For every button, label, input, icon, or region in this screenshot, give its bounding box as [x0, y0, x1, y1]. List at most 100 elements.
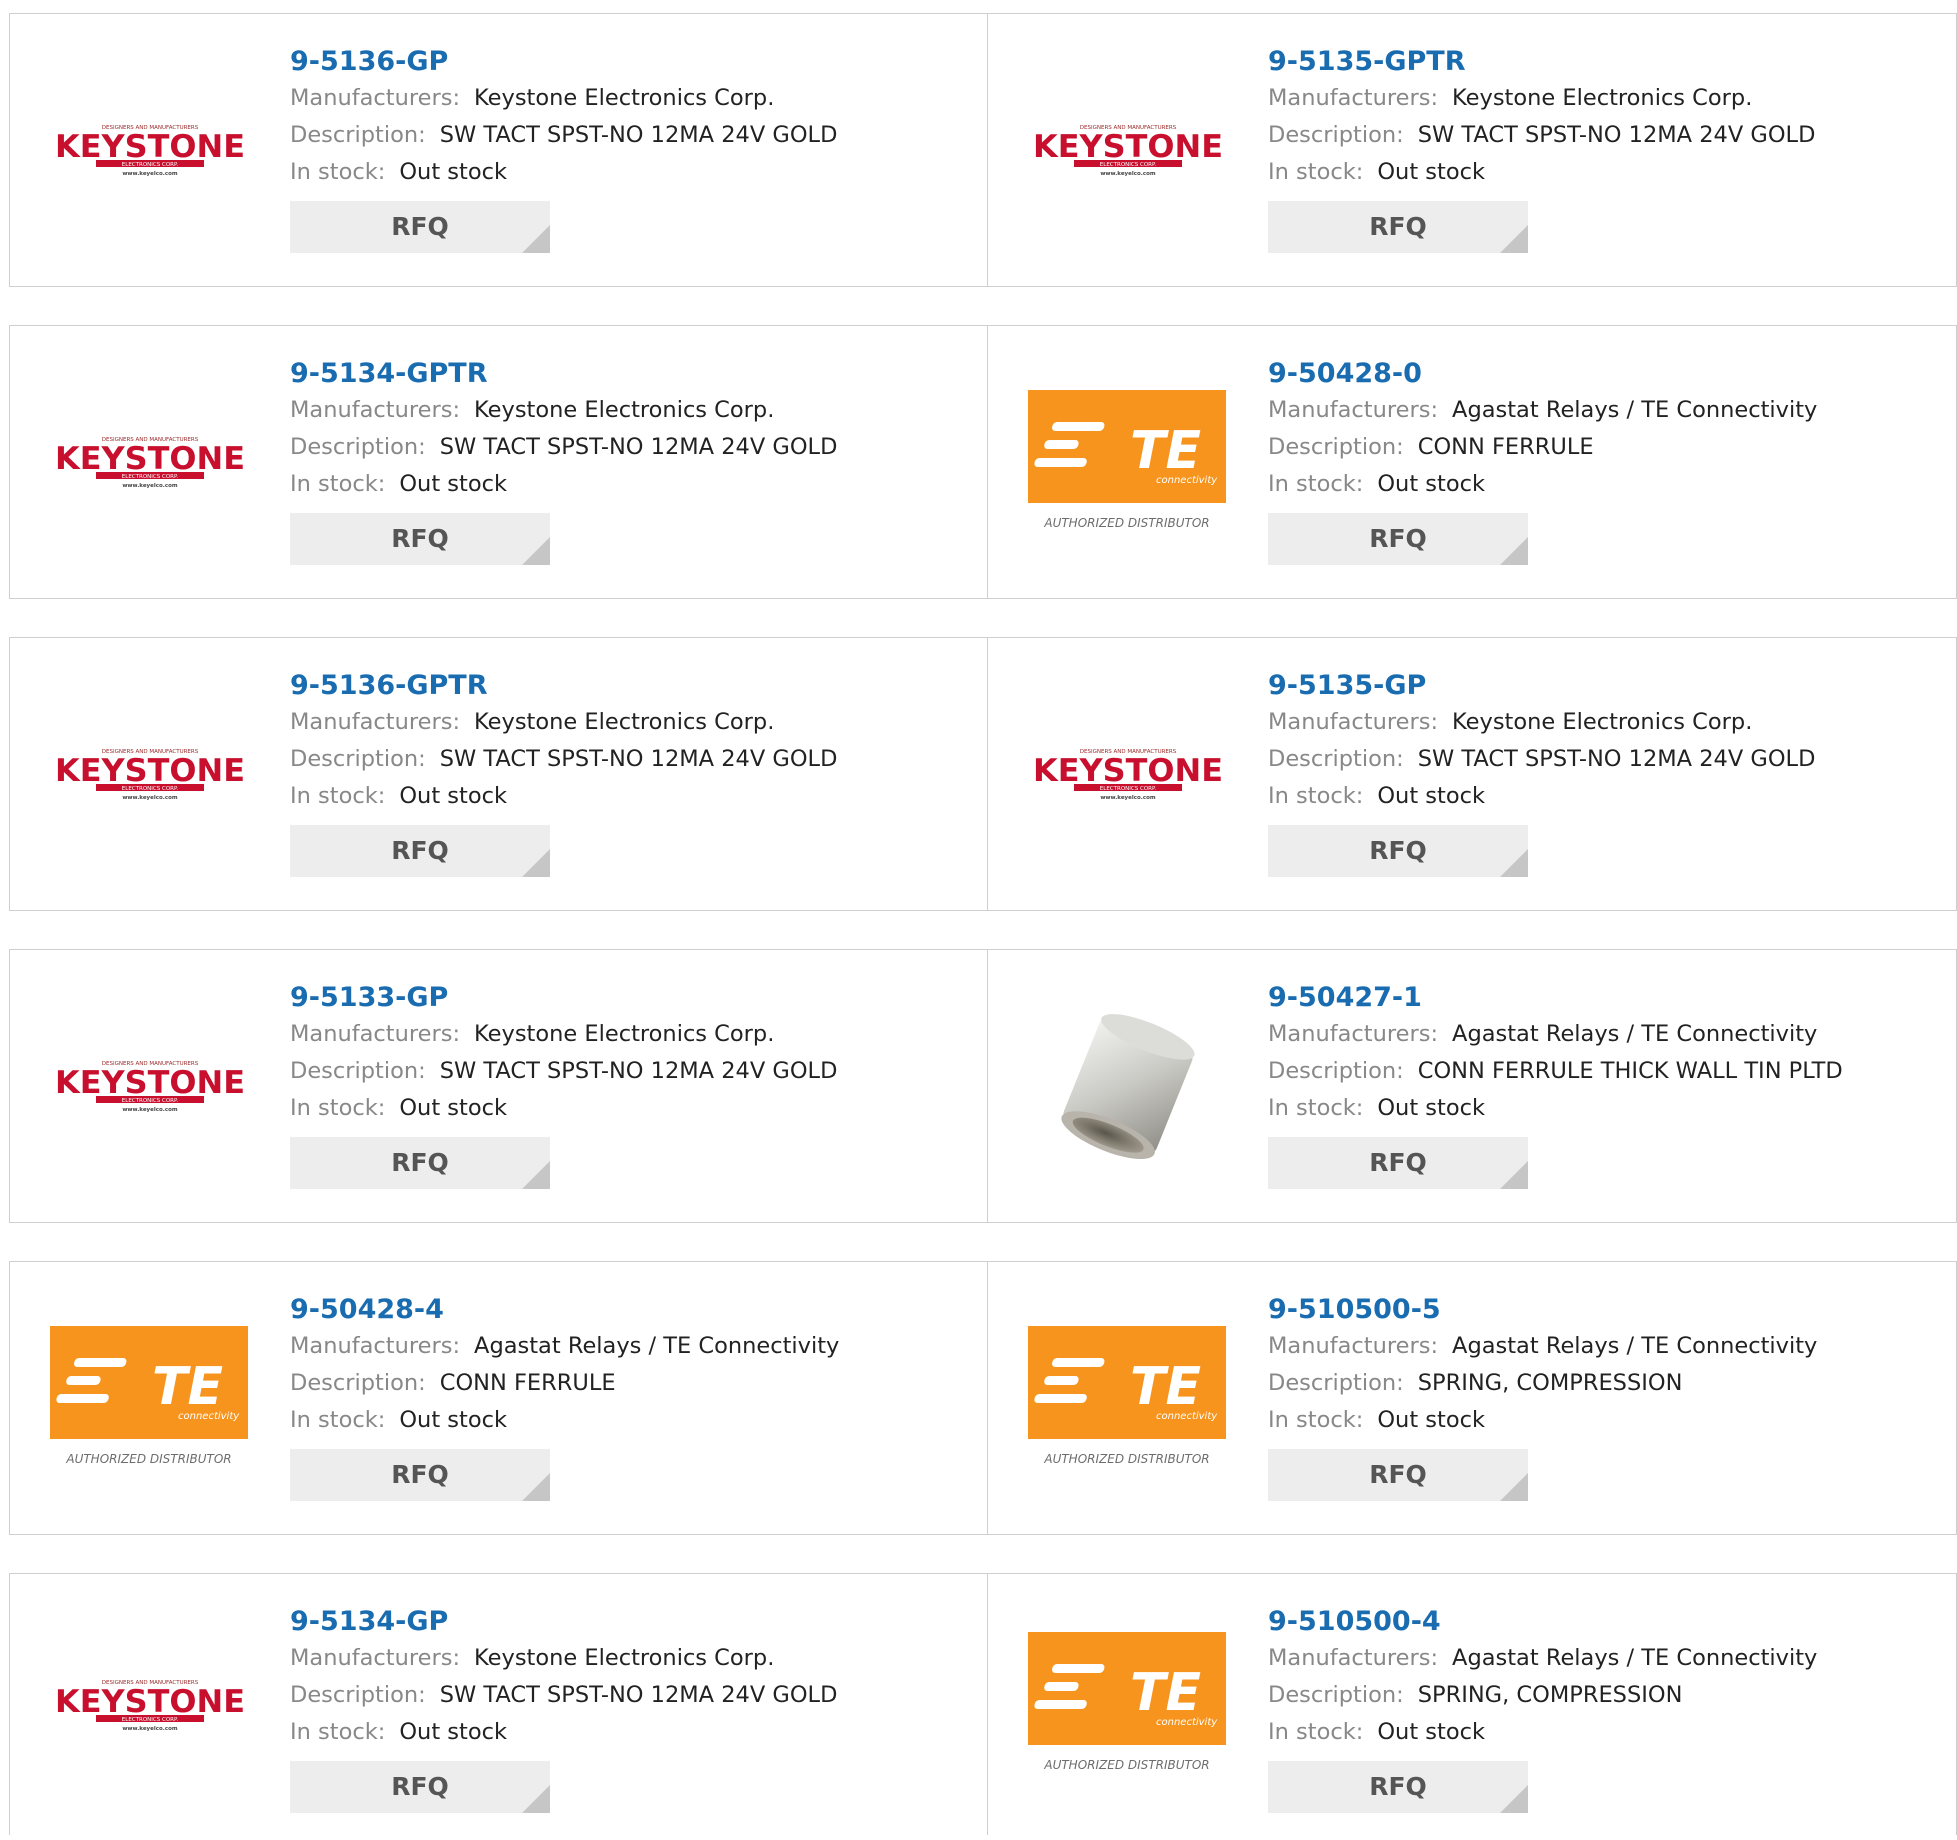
stock-value: Out stock [399, 471, 507, 497]
corner-triangle-icon [522, 1161, 550, 1189]
part-number-link[interactable]: 9-5134-GP [290, 1604, 837, 1640]
rfq-button[interactable]: RFQ [290, 1137, 550, 1189]
te-connectivity-logo: TE connectivity AUTHORIZED DISTRIBUTOR [1028, 1632, 1228, 1777]
description-value: CONN FERRULE [439, 1370, 616, 1396]
part-number-link[interactable]: 9-510500-4 [1268, 1604, 1817, 1640]
rfq-button[interactable]: RFQ [1268, 1761, 1528, 1813]
part-number-link[interactable]: 9-50427-1 [1268, 980, 1843, 1016]
rfq-label: RFQ [391, 524, 449, 553]
rfq-label: RFQ [391, 1148, 449, 1177]
product-info: 9-50427-1 Manufacturers: Agastat Relays / … [1268, 980, 1843, 1189]
description-line: Description: SW TACT SPST-NO 12MA 24V GOL… [1268, 117, 1815, 154]
corner-triangle-icon [1500, 225, 1528, 253]
part-number-link[interactable]: 9-5133-GP [290, 980, 837, 1016]
part-number-link[interactable]: 9-50428-4 [290, 1292, 839, 1328]
corner-triangle-icon [1500, 849, 1528, 877]
keystone-subtitle: ELECTRONICS CORP. [122, 162, 179, 168]
rfq-label: RFQ [1369, 524, 1427, 553]
product-logo: DESIGNERS AND MANUFACTURERS KEYSTONE ELE… [1028, 75, 1228, 225]
rfq-label: RFQ [1369, 1772, 1427, 1801]
product-card: TE connectivity AUTHORIZED DISTRIBUTOR 9… [10, 1262, 987, 1534]
keystone-wordmark: KEYSTONE [55, 129, 245, 165]
te-caption: AUTHORIZED DISTRIBUTOR [65, 1452, 231, 1466]
manufacturer-line: Manufacturers: Agastat Relays / TE Connec… [290, 1328, 839, 1365]
rfq-button[interactable]: RFQ [290, 201, 550, 253]
manufacturer-line: Manufacturers: Keystone Electronics Corp. [1268, 80, 1815, 117]
te-connectivity-logo: TE connectivity AUTHORIZED DISTRIBUTOR [1028, 389, 1228, 535]
keystone-subtitle: ELECTRONICS CORP. [122, 1098, 179, 1104]
product-info: 9-510500-5 Manufacturers: Agastat Relays /… [1268, 1292, 1817, 1501]
part-number-link[interactable]: 9-50428-0 [1268, 356, 1817, 392]
product-row: DESIGNERS AND MANUFACTURERS KEYSTONE ELE… [9, 325, 1957, 599]
stock-label: In stock: [1268, 1407, 1364, 1433]
keystone-url: www.keyelco.com [1100, 795, 1156, 801]
rfq-button[interactable]: RFQ [1268, 513, 1528, 565]
stock-line: In stock: Out stock [290, 778, 837, 815]
te-connectivity-logo: TE connectivity AUTHORIZED DISTRIBUTOR [1028, 1325, 1228, 1471]
keystone-wordmark: KEYSTONE [55, 1684, 245, 1720]
stock-line: In stock: Out stock [290, 466, 837, 503]
ferrule-product-photo [1028, 1011, 1228, 1161]
rfq-button[interactable]: RFQ [1268, 201, 1528, 253]
product-card: 9-50427-1 Manufacturers: Agastat Relays / … [987, 950, 1956, 1222]
part-number-link[interactable]: 9-510500-5 [1268, 1292, 1817, 1328]
keystone-url: www.keyelco.com [122, 1107, 178, 1113]
rfq-button[interactable]: RFQ [290, 1761, 550, 1813]
rfq-button[interactable]: RFQ [290, 825, 550, 877]
manufacturer-value: Agastat Relays / TE Connectivity [474, 1333, 840, 1359]
manufacturer-value: Keystone Electronics Corp. [474, 1645, 775, 1671]
product-info: 9-5136-GPTR Manufacturers: Keystone Electr… [290, 668, 837, 877]
description-label: Description: [1268, 1682, 1404, 1708]
stock-line: In stock: Out stock [290, 1090, 837, 1127]
part-number-link[interactable]: 9-5136-GPTR [290, 668, 837, 704]
stock-label: In stock: [1268, 1095, 1364, 1121]
corner-triangle-icon [522, 537, 550, 565]
te-subtitle: connectivity [1156, 1717, 1218, 1728]
manufacturer-line: Manufacturers: Keystone Electronics Corp. [290, 80, 837, 117]
keystone-subtitle: ELECTRONICS CORP. [1100, 162, 1157, 168]
keystone-wordmark: KEYSTONE [55, 441, 245, 477]
product-row: DESIGNERS AND MANUFACTURERS KEYSTONE ELE… [9, 13, 1957, 287]
description-value: CONN FERRULE [1417, 434, 1594, 460]
rfq-button[interactable]: RFQ [1268, 825, 1528, 877]
corner-triangle-icon [522, 849, 550, 877]
part-number-link[interactable]: 9-5135-GPTR [1268, 44, 1815, 80]
manufacturer-value: Keystone Electronics Corp. [474, 397, 775, 423]
corner-triangle-icon [1500, 537, 1528, 565]
rfq-button[interactable]: RFQ [1268, 1137, 1528, 1189]
part-number-link[interactable]: 9-5134-GPTR [290, 356, 837, 392]
description-value: SW TACT SPST-NO 12MA 24V GOLD [439, 746, 838, 772]
manufacturer-line: Manufacturers: Keystone Electronics Corp. [290, 392, 837, 429]
rfq-button[interactable]: RFQ [290, 513, 550, 565]
manufacturer-value: Keystone Electronics Corp. [474, 85, 775, 111]
rfq-label: RFQ [391, 1460, 449, 1489]
part-number-link[interactable]: 9-5135-GP [1268, 668, 1815, 704]
product-row: DESIGNERS AND MANUFACTURERS KEYSTONE ELE… [9, 637, 1957, 911]
description-value: SW TACT SPST-NO 12MA 24V GOLD [1417, 122, 1816, 148]
product-info: 9-5135-GP Manufacturers: Keystone Electron… [1268, 668, 1815, 877]
manufacturer-label: Manufacturers: [290, 709, 461, 735]
description-value: SW TACT SPST-NO 12MA 24V GOLD [439, 434, 838, 460]
rfq-label: RFQ [391, 1772, 449, 1801]
rfq-button[interactable]: RFQ [1268, 1449, 1528, 1501]
keystone-url: www.keyelco.com [122, 795, 178, 801]
part-number-link[interactable]: 9-5136-GP [290, 44, 837, 80]
product-info: 9-50428-4 Manufacturers: Agastat Relays / … [290, 1292, 839, 1501]
keystone-subtitle: ELECTRONICS CORP. [1100, 786, 1157, 792]
description-value: CONN FERRULE THICK WALL TIN PLTD [1417, 1058, 1843, 1084]
stock-value: Out stock [1377, 1719, 1485, 1745]
stock-value: Out stock [399, 783, 507, 809]
stock-value: Out stock [399, 1719, 507, 1745]
stock-label: In stock: [290, 1719, 386, 1745]
keystone-url: www.keyelco.com [122, 483, 178, 489]
manufacturer-label: Manufacturers: [290, 85, 461, 111]
stock-line: In stock: Out stock [290, 154, 837, 191]
product-logo: DESIGNERS AND MANUFACTURERS KEYSTONE ELE… [50, 387, 250, 537]
manufacturer-value: Keystone Electronics Corp. [474, 1021, 775, 1047]
corner-triangle-icon [1500, 1785, 1528, 1813]
keystone-wordmark: KEYSTONE [55, 753, 245, 789]
manufacturer-label: Manufacturers: [1268, 85, 1439, 111]
rfq-button[interactable]: RFQ [290, 1449, 550, 1501]
product-card: DESIGNERS AND MANUFACTURERS KEYSTONE ELE… [10, 950, 987, 1222]
manufacturer-line: Manufacturers: Agastat Relays / TE Connec… [1268, 1640, 1817, 1677]
